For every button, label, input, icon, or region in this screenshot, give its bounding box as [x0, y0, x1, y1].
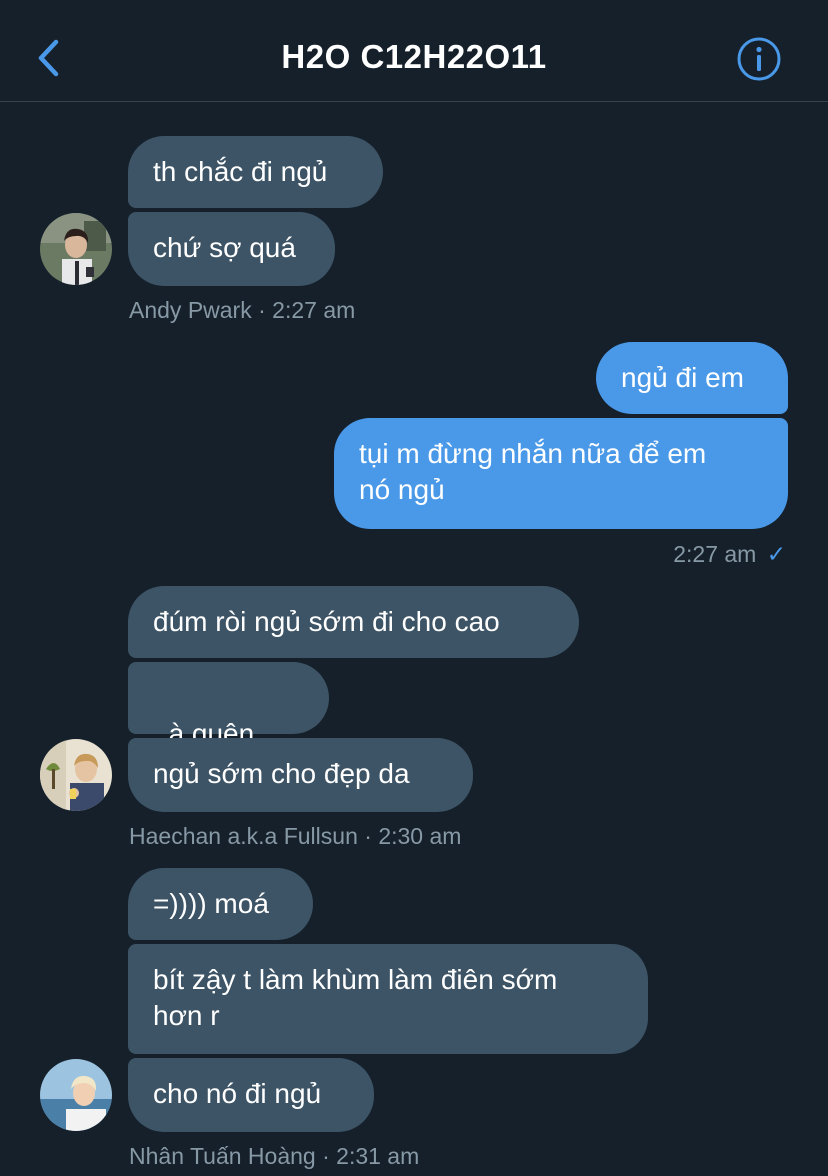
message-timestamp: 2:27 am	[673, 541, 757, 567]
conversation-header: H2O C12H22O11	[0, 0, 828, 102]
meta-separator: ·	[357, 823, 379, 849]
message-meta: Nhân Tuấn Hoàng · 2:31 am	[129, 1143, 419, 1170]
message-timestamp: 2:27 am	[272, 297, 356, 323]
avatar-photo	[40, 1059, 112, 1131]
avatar-andy-pwark[interactable]	[40, 213, 112, 285]
sender-name: Haechan a.k.a Fullsun	[129, 823, 358, 849]
message-bubble[interactable]: =)))) moá	[128, 868, 313, 940]
info-button[interactable]	[736, 36, 782, 82]
message-meta: Haechan a.k.a Fullsun · 2:30 am	[129, 823, 461, 850]
avatar-photo	[40, 213, 112, 285]
message-bubble-outgoing[interactable]: ngủ đi em	[596, 342, 788, 414]
message-bubble[interactable]: đúm ròi ngủ sớm đi cho cao	[128, 586, 579, 658]
message-bubble[interactable]: cho nó đi ngủ	[128, 1058, 374, 1132]
message-bubble[interactable]: ngủ sớm cho đẹp da	[128, 738, 473, 812]
message-meta: Andy Pwark · 2:27 am	[129, 297, 355, 324]
avatar-photo	[40, 739, 112, 811]
read-checkmark-icon: ✓	[766, 541, 786, 567]
message-timestamp: 2:31 am	[336, 1143, 420, 1169]
sender-name: Nhân Tuấn Hoàng	[129, 1143, 316, 1169]
meta-separator: ·	[315, 1143, 337, 1169]
message-bubble[interactable]: bít zậy t làm khùm làm điên sớm hơn r	[128, 944, 648, 1054]
meta-separator: ·	[251, 297, 273, 323]
info-icon	[737, 37, 781, 81]
sender-name: Andy Pwark	[129, 297, 252, 323]
message-meta: 2:27 am ✓	[673, 541, 786, 568]
message-bubble[interactable]: chứ sợ quá	[128, 212, 335, 286]
avatar-haechan[interactable]	[40, 739, 112, 811]
message-bubble[interactable]: à quên	[128, 662, 329, 788]
avatar-nhan-tuan-hoang[interactable]	[40, 1059, 112, 1131]
message-bubble-outgoing[interactable]: tụi m đừng nhắn nữa để em nó ngủ	[334, 418, 788, 529]
message-timestamp: 2:30 am	[378, 823, 462, 849]
conversation-title: H2O C12H22O11	[281, 38, 547, 75]
message-bubble[interactable]: th chắc đi ngủ	[128, 136, 383, 208]
